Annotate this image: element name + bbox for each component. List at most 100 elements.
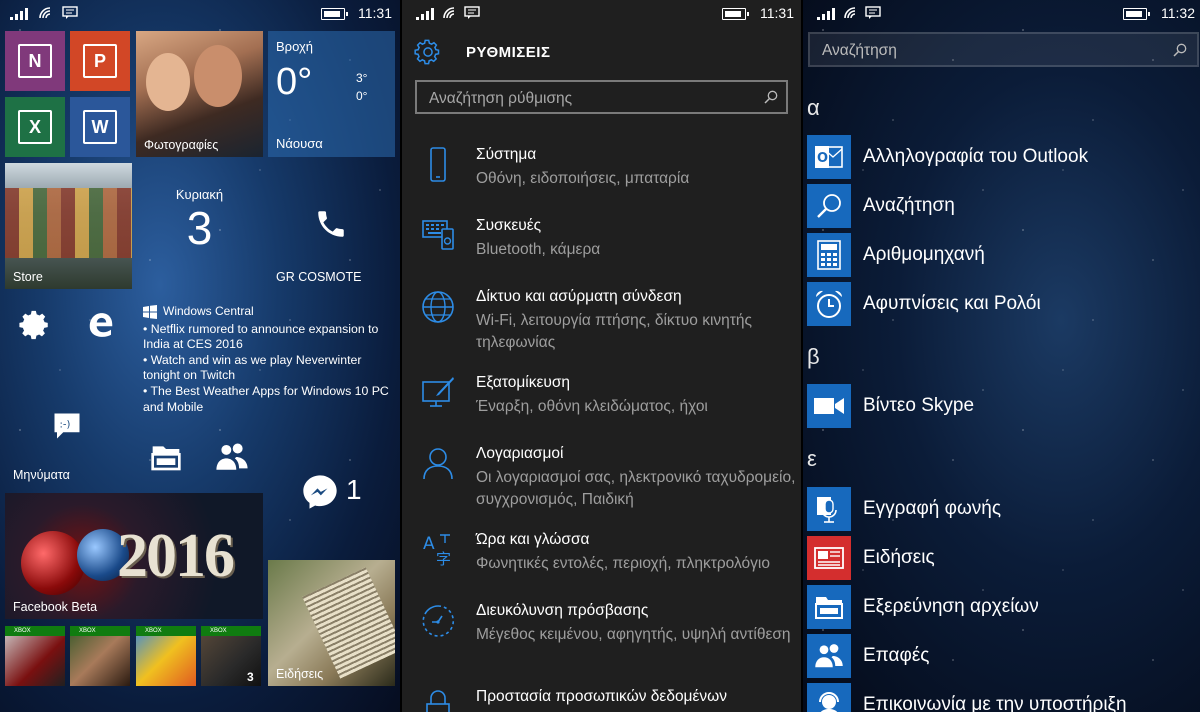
signal-icon xyxy=(817,8,835,20)
app-name: Αριθμομηχανή xyxy=(863,244,985,265)
app-people[interactable]: Επαφές xyxy=(807,634,1200,678)
battery-icon xyxy=(321,8,348,20)
clock: 11:31 xyxy=(358,5,392,21)
alarm-clock-icon xyxy=(807,282,851,326)
app-alarms-clock[interactable]: Αφυπνίσεις και Ρολόι xyxy=(807,282,1200,326)
powerpoint-tile[interactable]: P xyxy=(70,31,130,91)
letter-header-epsilon[interactable]: ε xyxy=(807,446,817,472)
app-news[interactable]: Ειδήσεις xyxy=(807,536,1200,580)
weather-tile[interactable]: Βροχή 0° 3° 0° Νάουσα xyxy=(268,31,395,157)
app-list-screen: 11:32 Αναζήτηση α O Αλληλογραφία του Out… xyxy=(803,0,1200,712)
settings-screen: 11:31 ΡΥΘΜΙΣΕΙΣ Αναζήτηση ρύθμισης Σύστη… xyxy=(402,0,801,712)
person-icon xyxy=(423,448,453,480)
windows-central-feed-tile[interactable]: Windows Central • Netflix rumored to ann… xyxy=(143,304,395,415)
settings-item-title: Σύστημα xyxy=(476,146,537,163)
settings-tile[interactable] xyxy=(5,295,65,355)
file-explorer-tile[interactable] xyxy=(136,428,196,488)
svg-text::-): :-) xyxy=(60,419,71,430)
messenger-tile[interactable]: 1 xyxy=(268,428,395,554)
app-voice-recorder[interactable]: Εγγραφή φωνής xyxy=(807,487,1200,531)
people-tile[interactable] xyxy=(201,428,261,488)
video-camera-icon xyxy=(807,384,851,428)
settings-item-subtitle: Φωνητικές εντολές, περιοχή, πληκτρολόγιο xyxy=(476,555,770,572)
news-tile[interactable]: Ειδήσεις xyxy=(268,560,395,686)
app-name: Αναζήτηση xyxy=(863,195,955,216)
newspaper-icon xyxy=(807,536,851,580)
settings-item-title: Διευκόλυνση πρόσβασης xyxy=(476,602,649,619)
photos-tile[interactable]: Φωτογραφίες xyxy=(136,31,263,157)
settings-item-subtitle: Έναρξη, οθόνη κλειδώματος, ήχοι xyxy=(476,398,708,415)
signal-icon xyxy=(10,8,28,20)
weather-temperature: 0° xyxy=(276,61,313,103)
letter-header-beta[interactable]: β xyxy=(807,344,820,370)
search-icon[interactable] xyxy=(1173,43,1187,57)
settings-header: ΡΥΘΜΙΣΕΙΣ xyxy=(414,38,550,66)
svg-text:A: A xyxy=(423,534,435,554)
status-bar: 11:32 xyxy=(803,0,1200,28)
app-name: Βίντεο Skype xyxy=(863,395,975,416)
app-contact-support[interactable]: Επικοινωνία με την υποστήριξη xyxy=(807,683,1200,712)
excel-tile[interactable]: X xyxy=(5,97,65,157)
facebook-tile[interactable]: 2016 Facebook Beta xyxy=(5,493,263,619)
letter-header-alpha[interactable]: α xyxy=(807,95,820,121)
xbox-game-tile-racing[interactable]: XBOX xyxy=(5,626,65,686)
settings-item-title: Προστασία προσωπικών δεδομένων xyxy=(476,688,728,705)
app-skype-video[interactable]: Βίντεο Skype xyxy=(807,384,1200,428)
search-icon[interactable] xyxy=(764,90,778,104)
app-file-explorer[interactable]: Εξερεύνηση αρχείων xyxy=(807,585,1200,629)
news-label: Ειδήσεις xyxy=(276,667,324,681)
settings-item-subtitle: Οθόνη, ειδοποιήσεις, μπαταρία xyxy=(476,170,690,187)
battery-icon xyxy=(722,8,749,20)
ease-of-access-icon xyxy=(422,605,455,637)
powerpoint-icon: P xyxy=(83,44,117,78)
battery-icon xyxy=(1123,8,1150,20)
messaging-tile[interactable]: :-) Μηνύματα xyxy=(5,361,132,487)
onenote-icon: N xyxy=(18,44,52,78)
phone-tile[interactable]: GR COSMOTE xyxy=(268,163,395,289)
messenger-icon xyxy=(303,475,337,509)
weather-low: 0° xyxy=(356,89,368,103)
app-name: Αλληλογραφία του Outlook xyxy=(863,146,1089,167)
app-search-input[interactable]: Αναζήτηση xyxy=(808,32,1199,67)
edge-tile[interactable] xyxy=(70,295,130,355)
word-tile[interactable]: W xyxy=(70,97,130,157)
calendar-weekday: Κυριακή xyxy=(175,187,224,202)
app-name: Εξερεύνηση αρχείων xyxy=(863,596,1039,617)
store-tile[interactable]: Store xyxy=(5,163,132,289)
settings-item-title: Δίκτυο και ασύρματη σύνδεση xyxy=(476,288,682,305)
photo-person-right xyxy=(194,45,242,107)
xbox-game-tile-minions[interactable]: XBOX xyxy=(136,626,196,686)
xbox-band: XBOX xyxy=(201,626,261,636)
calculator-icon xyxy=(807,233,851,277)
settings-item-subtitle: Μέγεθος κειμένου, αφηγητής, υψηλή αντίθε… xyxy=(476,626,791,643)
settings-item-subtitle: Οι λογαριασμοί σας, ηλεκτρονικό ταχυδρομ… xyxy=(476,469,796,508)
wifi-icon xyxy=(844,7,856,19)
settings-search-input[interactable]: Αναζήτηση ρύθμισης xyxy=(415,80,788,114)
calendar-tile[interactable]: Κυριακή 3 xyxy=(136,163,263,289)
excel-icon: X xyxy=(18,110,52,144)
weather-high: 3° xyxy=(356,71,368,85)
phone-carrier-label: GR COSMOTE xyxy=(276,270,362,284)
feed-item: • Netflix rumored to announce expansion … xyxy=(143,321,379,352)
calendar-date: 3 xyxy=(186,202,213,254)
xbox-band: XBOX xyxy=(136,626,196,636)
chat-bubble-icon: :-) xyxy=(54,413,80,439)
onenote-tile[interactable]: N xyxy=(5,31,65,91)
app-search[interactable]: Αναζήτηση xyxy=(807,184,1200,228)
personalization-icon xyxy=(422,377,454,407)
search-placeholder: Αναζήτηση xyxy=(822,42,897,59)
app-outlook-mail[interactable]: O Αλληλογραφία του Outlook xyxy=(807,135,1200,179)
windows-logo-icon xyxy=(143,304,157,319)
start-screen: 11:31 N P X W Φωτογραφίες Βροχή 0° 3° 0°… xyxy=(0,0,400,712)
xbox-game-tile-shooter[interactable]: XBOX 3 xyxy=(201,626,261,686)
message-notification-icon xyxy=(865,6,881,19)
page-title: ΡΥΘΜΙΣΕΙΣ xyxy=(466,43,551,61)
settings-item-title: Ώρα και γλώσσα xyxy=(476,531,590,548)
app-calculator[interactable]: Αριθμομηχανή xyxy=(807,233,1200,277)
folder-icon xyxy=(807,585,851,629)
xbox-game-tile-adventure[interactable]: XBOX xyxy=(70,626,130,686)
weather-condition: Βροχή xyxy=(276,39,314,54)
settings-item-title: Λογαριασμοί xyxy=(476,445,564,462)
red-ornament xyxy=(21,531,85,595)
feed-item: • Watch and win as we play Neverwinter t… xyxy=(143,352,362,383)
